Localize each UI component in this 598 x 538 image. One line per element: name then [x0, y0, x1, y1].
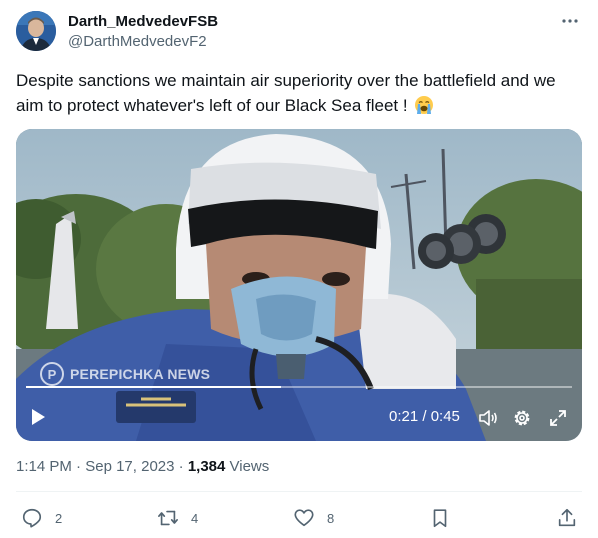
watermark-logo: P [40, 362, 64, 386]
repost-icon [157, 507, 179, 529]
watermark-text: PEREPICHKA NEWS [70, 366, 211, 382]
repost-count: 4 [191, 510, 199, 526]
repost-button[interactable]: 4 [157, 503, 198, 533]
views-label: Views [225, 458, 270, 475]
like-button[interactable]: 8 [293, 503, 334, 533]
user-handle[interactable]: @DarthMedvedevF2 [68, 32, 218, 52]
reply-button[interactable]: 2 [21, 503, 62, 533]
share-button[interactable] [556, 503, 578, 533]
fullscreen-icon[interactable] [548, 408, 568, 433]
video-progress-bar[interactable] [26, 386, 572, 388]
bookmark-button[interactable] [429, 503, 451, 533]
more-icon[interactable] [560, 11, 580, 36]
loudly-crying-face-icon [414, 95, 434, 115]
views-count: 1,384 [187, 458, 226, 475]
heart-icon [293, 507, 315, 529]
share-icon [556, 507, 578, 529]
video-progress-fill [26, 386, 281, 388]
like-count: 8 [327, 510, 335, 526]
display-name[interactable]: Darth_MedvedevFSB [68, 13, 218, 31]
settings-gear-icon[interactable] [512, 408, 532, 433]
reply-count: 2 [55, 510, 63, 526]
video-player[interactable]: P PEREPICHKA NEWS 0:21 / 0:45 [16, 129, 582, 441]
play-icon[interactable] [29, 407, 47, 432]
meta-separator-2: · [174, 458, 188, 475]
action-bar: 2 4 8 [16, 503, 582, 533]
tweet-text: Despite sanctions we maintain air superi… [16, 68, 582, 118]
avatar[interactable] [16, 11, 56, 51]
video-frame [16, 129, 582, 441]
tweet-text-body: Despite sanctions we maintain air superi… [16, 71, 556, 115]
divider [16, 491, 582, 492]
volume-icon[interactable] [478, 408, 498, 433]
bookmark-icon [429, 507, 451, 529]
reply-icon [21, 507, 43, 529]
video-time: 0:21 / 0:45 [389, 408, 460, 425]
meta-separator: · [71, 458, 86, 475]
tweet-date[interactable]: Sep 17, 2023 [85, 458, 174, 475]
video-watermark: P PEREPICHKA NEWS [40, 361, 210, 387]
tweet-header: Darth_MedvedevFSB @DarthMedvedevF2 [16, 11, 582, 53]
tweet-meta: 1:14 PM · Sep 17, 2023 · 1,384 Views [16, 457, 269, 477]
tweet-time[interactable]: 1:14 PM [16, 458, 72, 475]
